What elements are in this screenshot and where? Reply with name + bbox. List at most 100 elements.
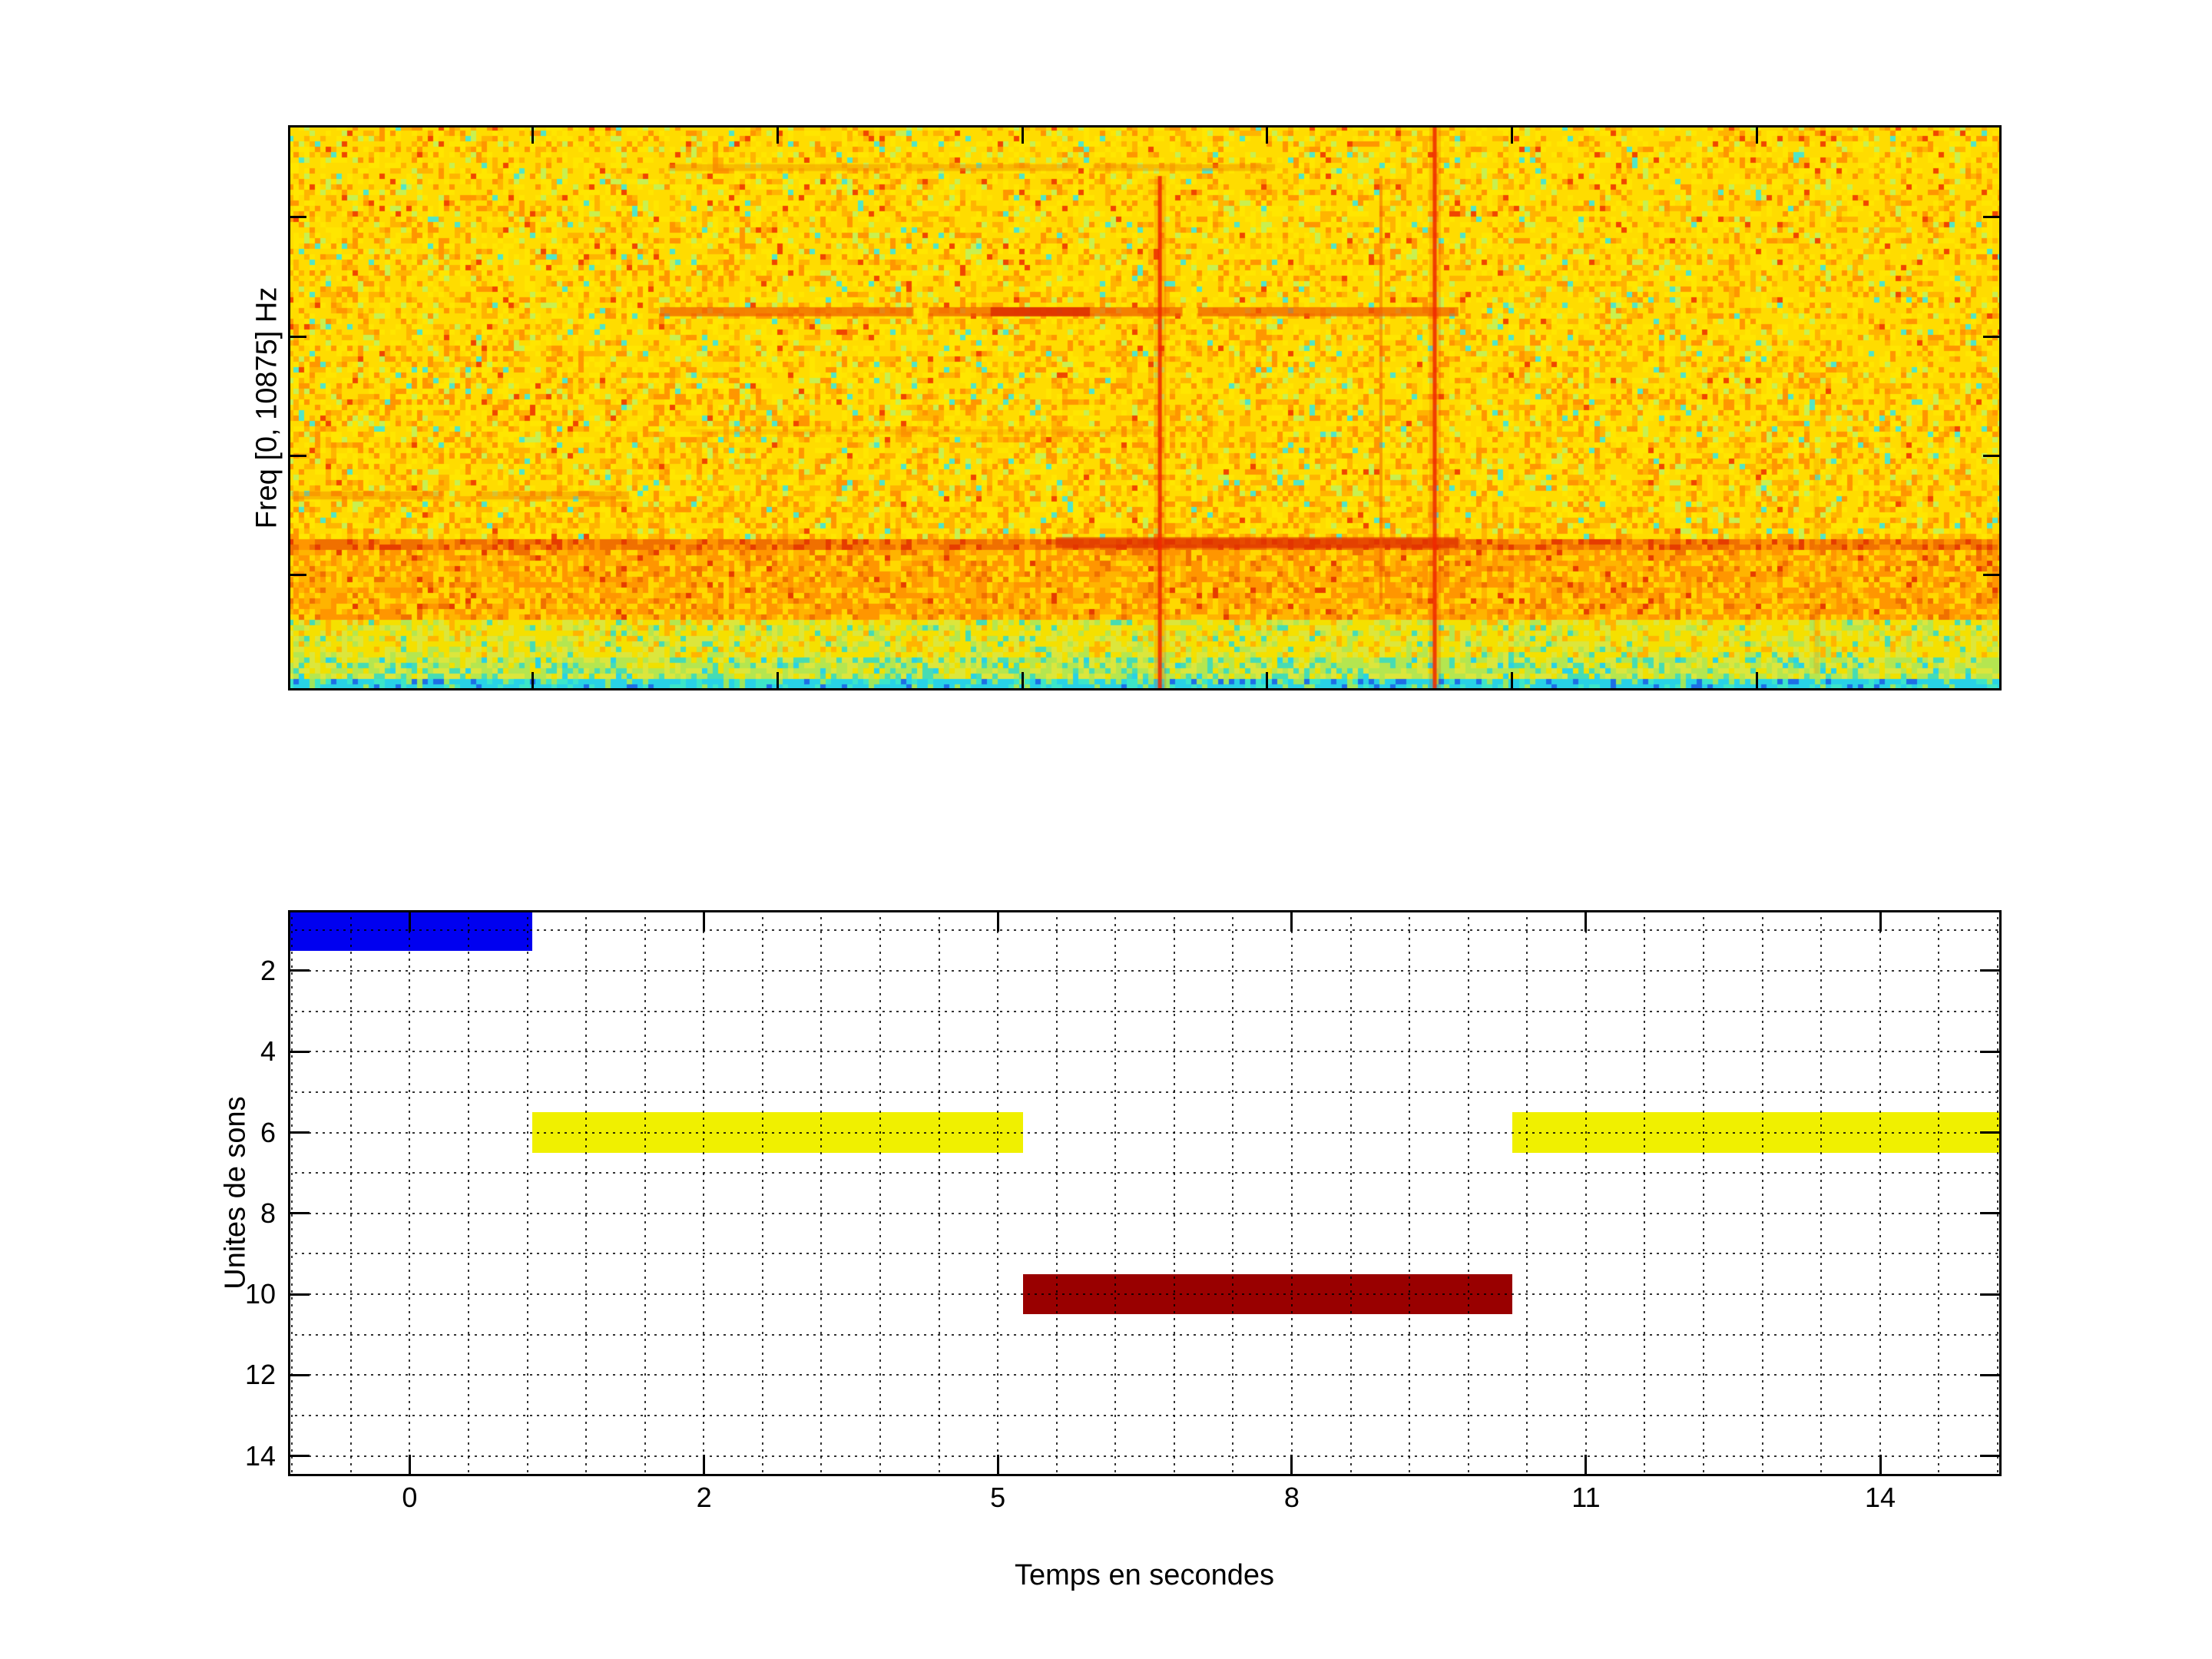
spec-x-tick — [1022, 672, 1024, 690]
y-tick — [288, 969, 310, 972]
x-tick-mirror — [409, 910, 411, 932]
grid-vline — [1056, 910, 1058, 1476]
x-tick — [703, 1455, 705, 1476]
grid-hline — [288, 1132, 2002, 1134]
units-xlabel: Temps en secondes — [914, 1559, 1375, 1592]
spectrogram-ylabel: Freq [0, 10875] Hz — [251, 287, 284, 529]
grid-vline — [1232, 910, 1233, 1476]
spec-x-tick — [1266, 672, 1268, 690]
grid-vline — [703, 910, 704, 1476]
grid-vline — [1409, 910, 1410, 1476]
grid-vline — [1291, 910, 1293, 1476]
y-tick — [288, 1374, 310, 1376]
grid-vline — [1879, 910, 1881, 1476]
grid-vline — [1938, 910, 1939, 1476]
spec-x-tick-mirror — [1266, 125, 1268, 144]
y-tick-mirror — [1980, 1051, 2002, 1053]
grid-vline — [1350, 910, 1352, 1476]
grid-hline — [288, 1253, 2002, 1254]
spec-y-tick-mirror — [1983, 574, 2002, 576]
grid-vline — [1174, 910, 1175, 1476]
x-tick-label: 2 — [651, 1482, 758, 1513]
grid-vline — [1468, 910, 1469, 1476]
x-tick — [1290, 1455, 1293, 1476]
grid-vline — [291, 910, 293, 1476]
grid-vline — [762, 910, 763, 1476]
spec-y-tick — [288, 216, 306, 218]
grid-vline — [1762, 910, 1763, 1476]
units-plot — [288, 910, 2002, 1476]
grid-vline — [997, 910, 998, 1476]
y-tick-label: 8 — [161, 1198, 276, 1229]
spec-x-tick — [777, 672, 779, 690]
grid-vline — [644, 910, 646, 1476]
grid-vline — [350, 910, 352, 1476]
spec-x-tick-mirror — [1511, 125, 1513, 144]
x-tick-mirror — [997, 910, 999, 932]
grid-hline — [288, 1091, 2002, 1093]
x-tick — [997, 1455, 999, 1476]
spectrogram-image — [288, 125, 2002, 690]
grid-hline — [288, 1172, 2002, 1174]
spec-x-tick-mirror — [777, 125, 779, 144]
y-tick — [288, 1455, 310, 1457]
grid-hline — [288, 1293, 2002, 1295]
x-tick-mirror — [703, 910, 705, 932]
y-tick — [288, 1212, 310, 1214]
y-tick — [288, 1051, 310, 1053]
spec-x-tick — [1756, 672, 1758, 690]
y-tick-mirror — [1980, 1455, 2002, 1457]
grid-hline — [288, 1011, 2002, 1012]
grid-vline — [1585, 910, 1587, 1476]
spec-x-tick-mirror — [1756, 125, 1758, 144]
grid-vline — [1114, 910, 1116, 1476]
y-tick-label: 14 — [161, 1441, 276, 1472]
x-tick-label: 0 — [356, 1482, 463, 1513]
spec-x-tick — [531, 672, 534, 690]
grid-vline — [1820, 910, 1822, 1476]
grid-vline — [1703, 910, 1704, 1476]
y-tick-mirror — [1980, 1131, 2002, 1134]
grid-vline — [585, 910, 587, 1476]
grid-vline — [1644, 910, 1645, 1476]
spec-y-tick-mirror — [1983, 216, 2002, 218]
x-tick — [1584, 1455, 1587, 1476]
grid-vline — [820, 910, 822, 1476]
spec-y-tick — [288, 336, 306, 338]
units-axes-frame — [288, 910, 2002, 1476]
x-tick — [1879, 1455, 1882, 1476]
spec-y-tick — [288, 574, 306, 576]
x-tick-label: 8 — [1238, 1482, 1346, 1513]
grid-hline — [288, 1455, 2002, 1457]
y-tick-label: 10 — [161, 1279, 276, 1310]
grid-hline — [288, 1334, 2002, 1336]
spec-x-tick-mirror — [531, 125, 534, 144]
grid-vline — [1997, 910, 1998, 1476]
y-tick-label: 4 — [161, 1036, 276, 1067]
grid-hline — [288, 970, 2002, 972]
matlab-figure: { "figure": { "background": "#ffffff", "… — [0, 0, 2212, 1659]
grid-hline — [288, 1415, 2002, 1416]
grid-vline — [1526, 910, 1528, 1476]
x-tick-mirror — [1290, 910, 1293, 932]
x-tick-label: 5 — [944, 1482, 1051, 1513]
y-tick-mirror — [1980, 969, 2002, 972]
grid-hline — [288, 1374, 2002, 1376]
y-tick-label: 12 — [161, 1359, 276, 1390]
spec-y-tick-mirror — [1983, 336, 2002, 338]
y-tick-mirror — [1980, 1293, 2002, 1296]
y-tick-label: 2 — [161, 955, 276, 986]
grid-vline — [879, 910, 881, 1476]
y-tick — [288, 1131, 310, 1134]
spec-x-tick-mirror — [1022, 125, 1024, 144]
spec-y-tick — [288, 455, 306, 457]
x-tick-label: 11 — [1532, 1482, 1640, 1513]
x-tick-mirror — [1879, 910, 1882, 932]
grid-hline — [288, 929, 2002, 931]
x-tick-mirror — [1584, 910, 1587, 932]
spec-y-tick-mirror — [1983, 455, 2002, 457]
grid-vline — [939, 910, 940, 1476]
y-tick — [288, 1293, 310, 1296]
y-tick-label: 6 — [161, 1118, 276, 1148]
grid-vline — [527, 910, 528, 1476]
